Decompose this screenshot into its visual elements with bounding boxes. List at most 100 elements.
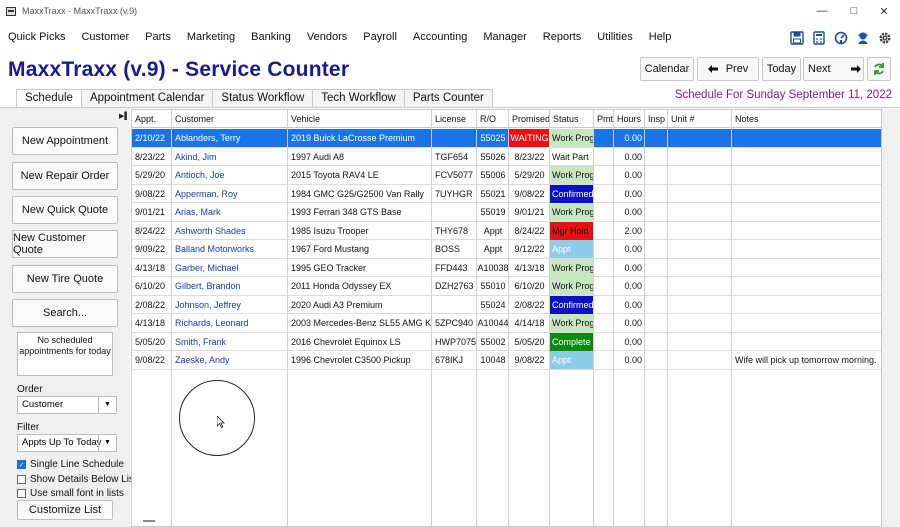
col-notes-cell [732,240,881,258]
col-notes-cell [732,314,881,332]
col-appt-cell: 8/23/22 [135,151,166,162]
col-appt-cell: 9/01/21 [135,207,166,217]
chevron-down-icon[interactable]: ▼ [98,435,116,451]
col-notes-header[interactable]: Notes [732,110,881,128]
menu-customer[interactable]: Customer [73,25,137,49]
col-hours-header[interactable]: Hours [614,110,645,128]
col-vehicle-header[interactable]: Vehicle [288,110,432,128]
col-insp-cell [645,259,668,277]
vertical-scrollbar[interactable] [882,109,900,527]
col-pmt-header[interactable]: Pmt [594,110,614,128]
col-vehicle-cell: 1996 Chevrolet C3500 Pickup [291,355,411,365]
menu-utilities[interactable]: Utilities [589,25,640,49]
col-hours-cell: 0.00 [624,188,642,199]
table-row[interactable]: 4/13/18 Garber, Michael 1995 GEO Tracker FF… [132,258,881,277]
checkbox-icon[interactable] [17,489,26,498]
table-row[interactable]: 8/23/22 Akind, Jim 1997 Audi A8 TGF654 55026… [132,148,881,166]
new-tire-quote-button[interactable]: New Tire Quote [12,265,118,293]
col-license-header[interactable]: License [432,110,477,128]
menu-vendors[interactable]: Vendors [299,25,355,49]
col-insp-cell [645,333,668,351]
show-details-checkbox[interactable]: Show Details Below List [17,474,137,485]
col-status-cell: Complete [550,332,594,351]
gauge-icon[interactable] [832,29,850,47]
table-row[interactable]: 9/08/22 Zaeske, Andy 1996 Chevrolet C3500 … [132,351,881,370]
new-repair-order-button[interactable]: New Repair Order [12,162,118,190]
menu-reports[interactable]: Reports [535,25,590,49]
col-notes-cell [732,166,881,184]
calendar-button[interactable]: Calendar [640,57,694,81]
save-icon[interactable] [788,29,806,47]
small-font-checkbox[interactable]: Use small font in lists [17,488,124,499]
col-notes-cell [732,148,881,166]
col-notes-cell [732,277,881,295]
close-button[interactable]: ✕ [868,0,900,22]
menu-quick-picks[interactable]: Quick Picks [0,25,73,49]
schedule-date-label: Schedule For Sunday September 11, 2022 [674,89,892,101]
menu-accounting[interactable]: Accounting [405,25,475,49]
col-status-cell: Work Prog [550,129,594,147]
table-row[interactable]: 9/01/21 Arias, Mark 1993 Ferrari 348 GTS B… [132,203,881,222]
col-ro-header[interactable]: R/O [477,110,509,128]
checkbox-checked-icon[interactable]: ✓ [17,460,26,469]
customize-list-button[interactable]: Customize List [17,500,113,520]
tab-schedule[interactable]: Schedule [16,89,82,108]
table-row[interactable]: 9/09/22 Balland Motorworks 1967 Ford Musta… [132,240,881,259]
refresh-button[interactable] [867,57,891,81]
col-unit-cell [668,222,732,240]
table-row[interactable]: 2/10/22 Ablanders, Terry 2019 Buick LaCros… [132,129,881,148]
col-insp-cell [645,166,668,184]
table-row[interactable]: 6/10/20 Gilbert, Brandon 2011 Honda Odysse… [132,277,881,296]
menu-payroll[interactable]: Payroll [355,25,405,49]
order-select[interactable]: Customer ▼ [17,396,117,414]
new-customer-quote-button[interactable]: New Customer Quote [12,230,118,258]
tab-appointment-calendar[interactable]: Appointment Calendar [80,89,214,107]
col-insp-header[interactable]: Insp [645,110,668,128]
checkbox-icon[interactable] [17,475,26,484]
col-status-cell: Confirmed [550,184,594,203]
filter-select[interactable]: Appts Up To Today ▼ [17,434,117,452]
next-button[interactable]: Next [803,57,864,81]
col-ro-cell: A10038 [477,262,509,273]
col-unit-cell [668,166,732,184]
col-customer-header[interactable]: Customer [172,110,288,128]
col-status-header[interactable]: Status [550,110,594,128]
tab-status-workflow[interactable]: Status Workflow [212,89,314,107]
table-row[interactable]: 9/08/22 Apperman, Roy 1984 GMC G25/G2500 V… [132,184,881,203]
table-row[interactable]: 5/05/20 Smith, Frank 2016 Chevrolet Equino… [132,332,881,351]
menu-manager[interactable]: Manager [475,25,534,49]
table-row[interactable]: 5/29/20 Antioch, Joe 2015 Toyota RAV4 LE FC… [132,166,881,185]
search-button[interactable]: Search... [12,299,118,327]
menu-help[interactable]: Help [641,25,680,49]
col-promised-cell: 5/29/20 [514,170,545,180]
col-hours-cell: 0.00 [624,336,642,347]
single-line-schedule-checkbox[interactable]: ✓ Single Line Schedule [17,459,124,470]
tab-tech-workflow[interactable]: Tech Workflow [312,89,405,107]
col-appt-header[interactable]: Appt. [132,110,172,128]
tab-parts-counter[interactable]: Parts Counter [403,89,493,107]
table-row[interactable]: 2/08/22 Johnson, Jeffrey 2020 Audi A3 Prem… [132,295,881,314]
col-unit-header[interactable]: Unit # [668,110,732,128]
menu-marketing[interactable]: Marketing [179,25,243,49]
new-appointment-button[interactable]: New Appointment [12,127,118,155]
horizontal-scrollbar[interactable] [143,520,155,522]
support-agent-icon[interactable] [854,29,872,47]
col-insp-cell [645,314,668,332]
maximize-button[interactable]: □ [838,0,870,22]
collapse-sidebar-icon[interactable]: ▶▌ [119,112,129,120]
today-button[interactable]: Today [762,57,801,81]
minimize-button[interactable]: — [806,0,838,22]
col-promised-header[interactable]: Promised [509,110,550,128]
menu-parts[interactable]: Parts [137,25,179,49]
table-row[interactable]: 8/24/22 Ashworth Shades 1985 Isuzu Trooper… [132,221,881,240]
chevron-down-icon[interactable]: ▼ [98,397,116,413]
new-quick-quote-button[interactable]: New Quick Quote [12,196,118,224]
col-unit-cell [668,185,732,203]
col-unit-cell [668,277,732,295]
prev-button[interactable]: Prev [697,57,759,81]
menu-banking[interactable]: Banking [243,25,299,49]
table-row[interactable]: 4/13/18 Richards, Leonard 2003 Mercedes-Be… [132,314,881,333]
col-status-cell: Work Prog [550,314,594,332]
gear-icon[interactable] [876,29,894,47]
calculator-icon[interactable] [810,29,828,47]
